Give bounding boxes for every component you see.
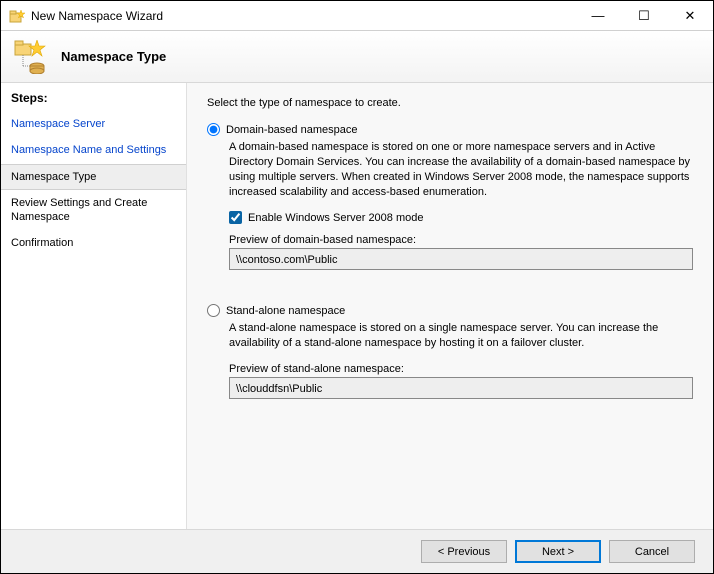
domain-preview-label: Preview of domain-based namespace: bbox=[229, 234, 693, 246]
stand-alone-description: A stand-alone namespace is stored on a s… bbox=[229, 321, 693, 351]
domain-preview-value: \\contoso.com\Public bbox=[229, 248, 693, 270]
steps-heading: Steps: bbox=[1, 91, 186, 111]
minimize-button[interactable]: — bbox=[575, 1, 621, 31]
page-title: Namespace Type bbox=[61, 49, 166, 64]
stand-alone-preview-label: Preview of stand-alone namespace: bbox=[229, 363, 693, 375]
close-button[interactable]: ✕ bbox=[667, 1, 713, 31]
intro-text: Select the type of namespace to create. bbox=[207, 97, 693, 109]
window-controls: — ☐ ✕ bbox=[575, 1, 713, 31]
footer: < Previous Next > Cancel bbox=[1, 529, 713, 573]
domain-based-description: A domain-based namespace is stored on on… bbox=[229, 140, 693, 199]
radio-stand-alone[interactable] bbox=[207, 304, 220, 317]
step-namespace-server[interactable]: Namespace Server bbox=[1, 111, 186, 137]
step-namespace-type: Namespace Type bbox=[1, 164, 186, 190]
checkbox-2008-mode[interactable] bbox=[229, 211, 242, 224]
header: Namespace Type bbox=[1, 31, 713, 83]
checkbox-2008-mode-label[interactable]: Enable Windows Server 2008 mode bbox=[248, 212, 423, 224]
radio-domain-based-label[interactable]: Domain-based namespace bbox=[226, 124, 357, 136]
step-review-settings: Review Settings and Create Namespace bbox=[1, 190, 186, 231]
sidebar: Steps: Namespace Server Namespace Name a… bbox=[1, 83, 187, 529]
step-confirmation: Confirmation bbox=[1, 230, 186, 256]
window-title: New Namespace Wizard bbox=[31, 9, 575, 23]
wizard-icon bbox=[9, 8, 25, 24]
stand-alone-preview-value: \\clouddfsn\Public bbox=[229, 377, 693, 399]
main: Steps: Namespace Server Namespace Name a… bbox=[1, 83, 713, 529]
maximize-button[interactable]: ☐ bbox=[621, 1, 667, 31]
content: Select the type of namespace to create. … bbox=[187, 83, 713, 529]
previous-button[interactable]: < Previous bbox=[421, 540, 507, 563]
titlebar: New Namespace Wizard — ☐ ✕ bbox=[1, 1, 713, 31]
cancel-button[interactable]: Cancel bbox=[609, 540, 695, 563]
step-namespace-name-settings[interactable]: Namespace Name and Settings bbox=[1, 137, 186, 163]
namespace-icon bbox=[13, 40, 47, 74]
radio-domain-based[interactable] bbox=[207, 123, 220, 136]
radio-stand-alone-label[interactable]: Stand-alone namespace bbox=[226, 305, 345, 317]
next-button[interactable]: Next > bbox=[515, 540, 601, 563]
